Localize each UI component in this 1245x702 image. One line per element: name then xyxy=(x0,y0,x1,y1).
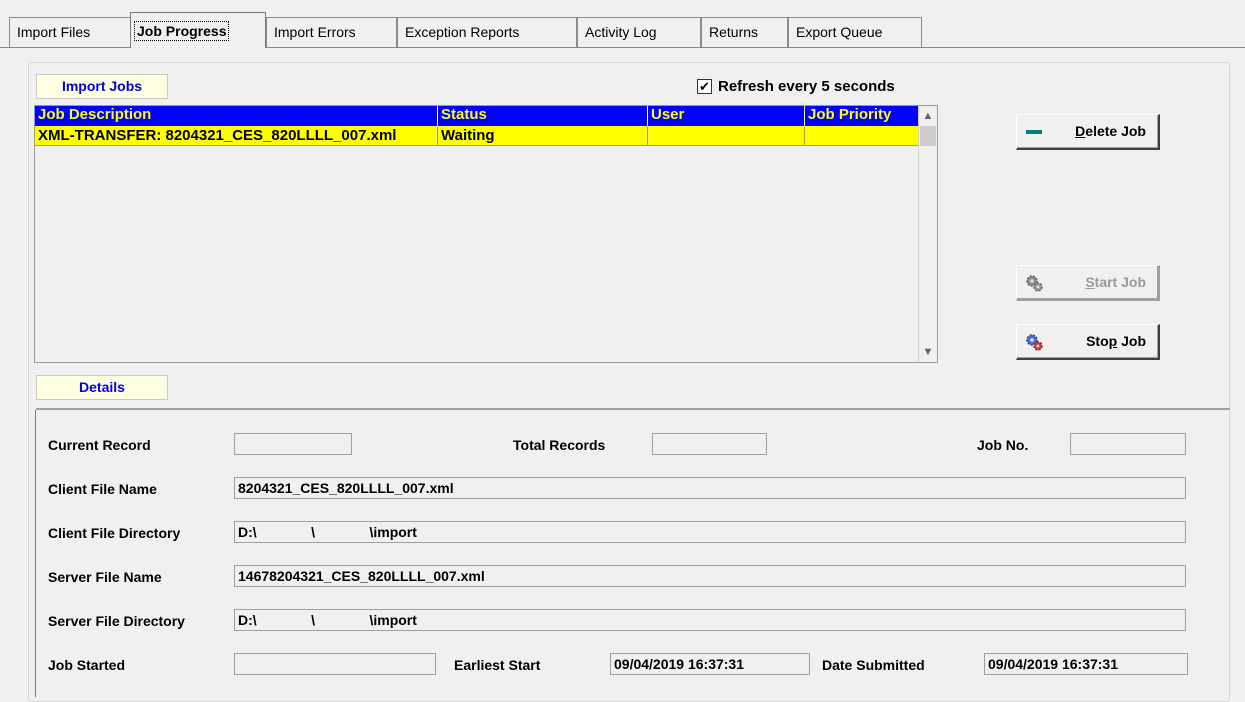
client-file-name-label: Client File Name xyxy=(48,481,157,497)
tab-job-progress[interactable]: Job Progress xyxy=(130,12,266,48)
cell-status[interactable]: Waiting xyxy=(438,126,648,146)
total-records-label: Total Records xyxy=(513,437,606,453)
current-record-label: Current Record xyxy=(48,437,151,453)
stop-job-label: Stop Job xyxy=(1086,333,1146,349)
delete-job-label: Delete Job xyxy=(1075,123,1146,139)
current-record-field xyxy=(234,433,352,455)
scroll-thumb[interactable] xyxy=(920,126,936,146)
delete-job-button[interactable]: Delete Job xyxy=(1016,114,1160,150)
tab-import-files[interactable]: Import Files xyxy=(9,17,133,47)
tab-activity-log[interactable]: Activity Log xyxy=(577,17,701,47)
tab-label: Activity Log xyxy=(585,24,657,40)
details-left-border xyxy=(35,410,36,697)
tab-exception-reports[interactable]: Exception Reports xyxy=(397,17,577,47)
date-submitted-field: 09/04/2019 16:37:31 xyxy=(984,653,1188,675)
client-file-name-field: 8204321_CES_820LLLL_007.xml xyxy=(234,477,1186,499)
job-started-field xyxy=(234,653,436,675)
refresh-checkbox[interactable]: ✔ xyxy=(697,79,712,94)
scroll-up-icon[interactable]: ▲ xyxy=(919,106,937,126)
total-records-field xyxy=(652,433,767,455)
import-jobs-grid[interactable]: Job Description Status User Job Priority… xyxy=(34,105,938,363)
column-header-status[interactable]: Status xyxy=(438,106,648,126)
stop-job-button[interactable]: Stop Job xyxy=(1016,324,1160,360)
server-file-name-field: 14678204321_CES_820LLLL_007.xml xyxy=(234,565,1186,587)
tab-label: Job Progress xyxy=(133,21,230,41)
job-no-label: Job No. xyxy=(977,437,1029,453)
start-job-label: Start Job xyxy=(1085,274,1146,290)
checkmark-icon: ✔ xyxy=(699,79,710,94)
tab-label: Import Errors xyxy=(274,24,356,40)
job-no-field xyxy=(1070,433,1186,455)
tab-export-queue[interactable]: Export Queue xyxy=(788,17,922,47)
tab-label: Returns xyxy=(709,24,759,40)
server-file-name-label: Server File Name xyxy=(48,569,162,585)
date-submitted-label: Date Submitted xyxy=(822,657,925,673)
earliest-start-field: 09/04/2019 16:37:31 xyxy=(610,653,810,675)
tab-returns[interactable]: Returns xyxy=(701,17,788,47)
gears-stop-icon xyxy=(1026,334,1043,351)
details-separator xyxy=(36,408,1230,410)
scroll-down-icon[interactable]: ▼ xyxy=(919,342,937,362)
column-header-user[interactable]: User xyxy=(648,106,805,126)
server-file-directory-label: Server File Directory xyxy=(48,613,185,629)
tab-label: Import Files xyxy=(17,24,91,40)
earliest-start-label: Earliest Start xyxy=(454,657,541,673)
cell-job-description[interactable]: XML-TRANSFER: 8204321_CES_820LLLL_007.xm… xyxy=(35,126,438,146)
client-file-directory-label: Client File Directory xyxy=(48,525,181,541)
cell-user[interactable] xyxy=(648,126,805,146)
tab-label: Exception Reports xyxy=(405,24,520,40)
tab-import-errors[interactable]: Import Errors xyxy=(266,17,397,47)
import-jobs-label: Import Jobs xyxy=(36,74,168,99)
grid-vertical-scrollbar[interactable]: ▲ ▼ xyxy=(918,106,937,362)
client-file-directory-field: D:\ \ \import xyxy=(234,521,1186,543)
details-label: Details xyxy=(36,375,168,400)
refresh-label: Refresh every 5 seconds xyxy=(718,78,895,95)
tab-label: Export Queue xyxy=(796,24,883,40)
cell-job-priority[interactable] xyxy=(805,126,919,146)
minus-icon xyxy=(1026,130,1042,134)
start-job-button[interactable]: Start Job xyxy=(1016,265,1160,301)
gears-icon xyxy=(1026,275,1043,292)
job-started-label: Job Started xyxy=(48,657,126,673)
column-header-job-priority[interactable]: Job Priority xyxy=(805,106,919,126)
column-header-job-description[interactable]: Job Description xyxy=(35,106,438,126)
server-file-directory-field: D:\ \ \import xyxy=(234,609,1186,631)
